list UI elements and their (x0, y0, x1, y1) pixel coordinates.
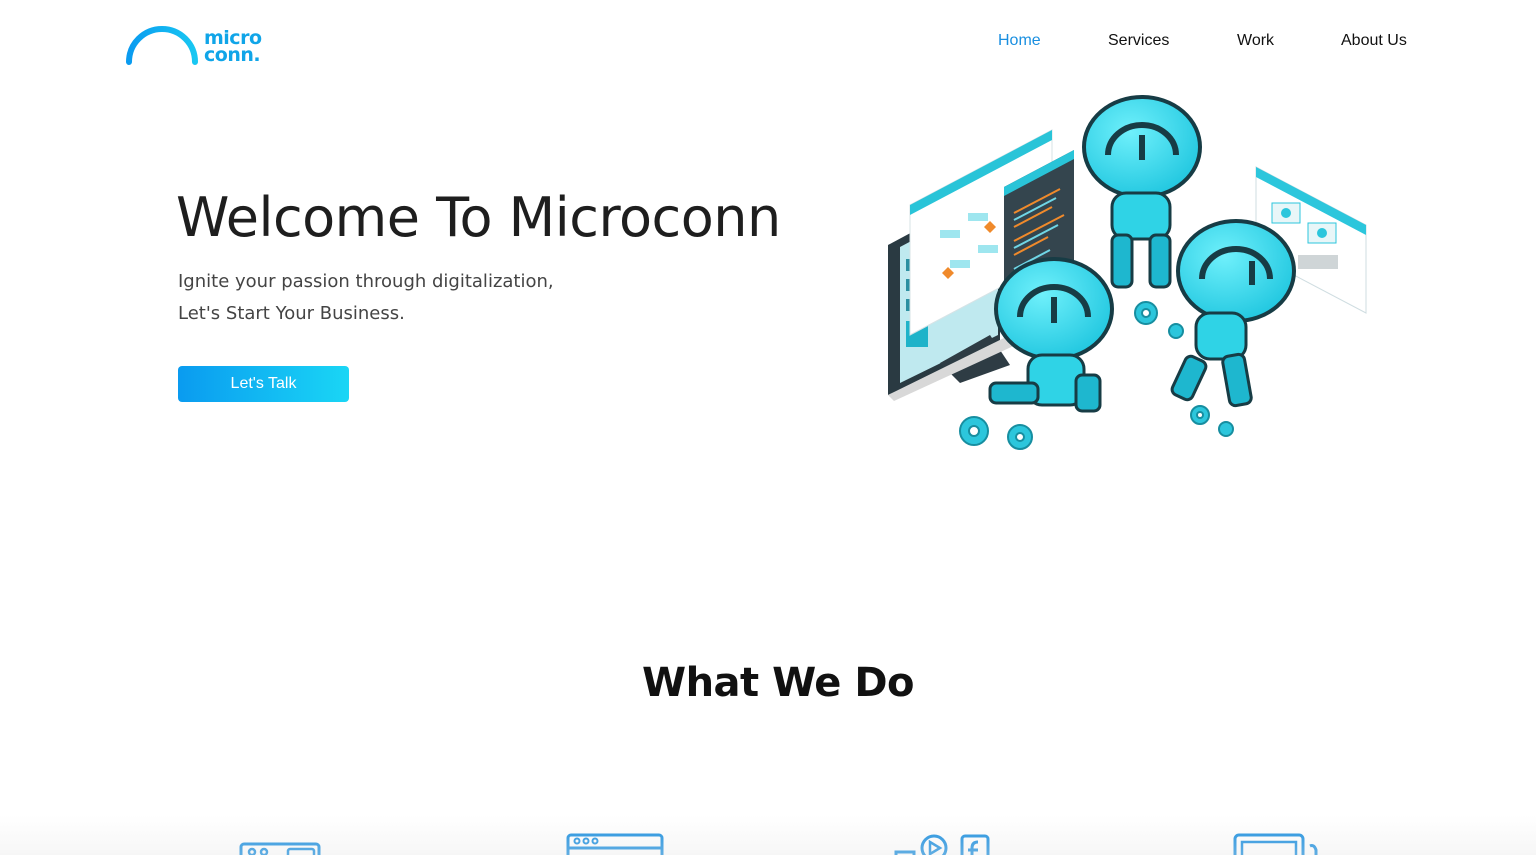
section-title: What We Do (641, 660, 915, 706)
hero-title: Welcome To Microconn (176, 186, 781, 249)
nav-work[interactable]: Work (1237, 32, 1274, 50)
brand-wordmark: micro conn. (204, 29, 262, 66)
web-browser-icon (566, 833, 664, 855)
brand-logo[interactable]: micro conn. (124, 22, 274, 66)
nav-about-us[interactable]: About Us (1341, 32, 1407, 50)
lets-talk-button[interactable]: Let's Talk (178, 366, 349, 402)
ui-design-icon (239, 842, 321, 855)
hero-subtitle-line1: Ignite your passion through digitalizati… (178, 271, 554, 292)
hero-subtitle-line2: Let's Start Your Business. (178, 303, 405, 324)
robot-running-icon (1170, 219, 1296, 408)
nav-services[interactable]: Services (1108, 32, 1169, 50)
hero-subtitle: Ignite your passion through digitalizati… (178, 266, 554, 330)
site-header: micro conn. Home Services Work About Us (0, 0, 1536, 86)
hero-illustration (888, 95, 1367, 450)
social-media-icon (894, 834, 990, 855)
logo-mark-icon (126, 26, 198, 65)
robot-sitting-icon (988, 257, 1114, 413)
brand-line2: conn. (204, 44, 261, 66)
nav-home[interactable]: Home (998, 32, 1041, 50)
laptop-icon (1233, 833, 1318, 855)
